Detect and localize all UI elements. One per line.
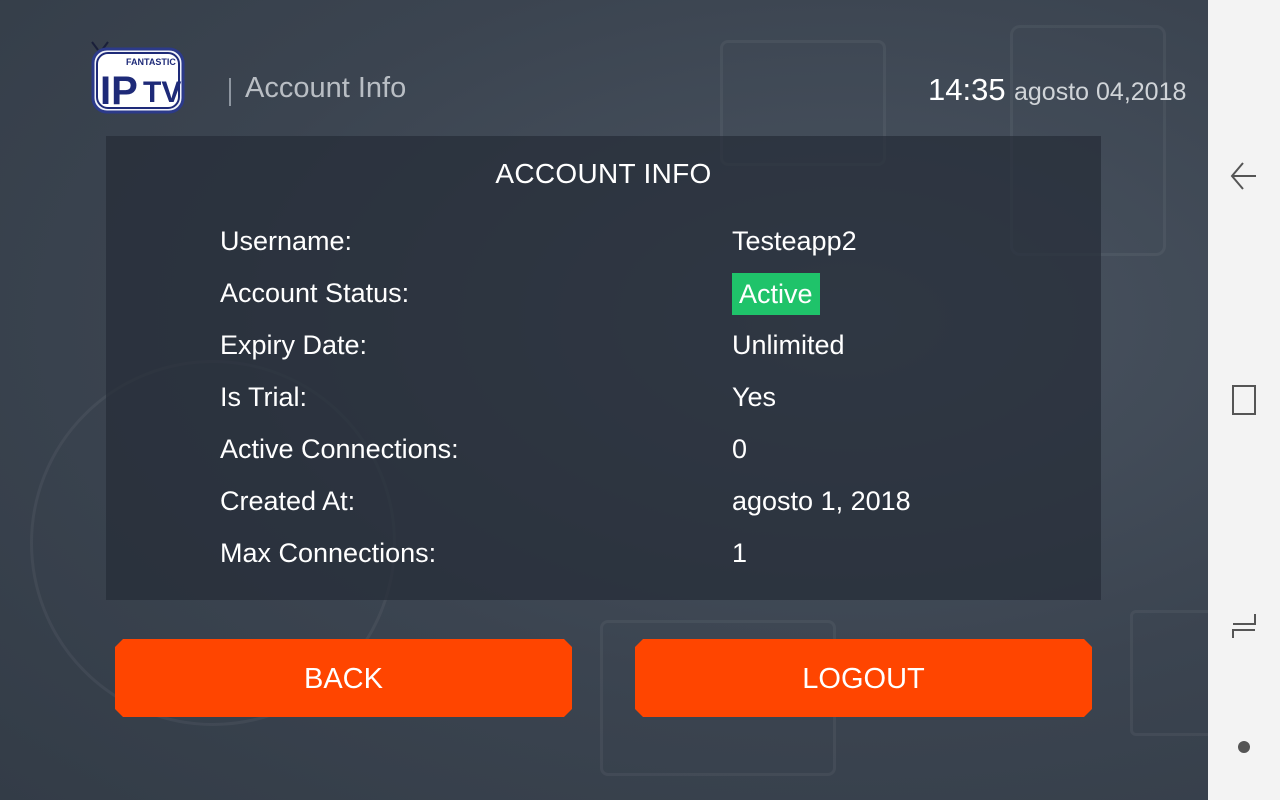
status-badge: Active <box>732 273 820 315</box>
system-navigation-bar <box>1208 0 1280 800</box>
page-title: Account Info <box>245 72 407 104</box>
info-label: Created At: <box>220 486 356 516</box>
dot-icon[interactable] <box>1238 741 1250 753</box>
info-label: Is Trial: <box>220 382 308 412</box>
info-value: Active <box>732 273 820 315</box>
back-icon[interactable] <box>1229 156 1259 196</box>
info-row-active-connections: Active Connections: 0 <box>106 429 1101 469</box>
home-icon[interactable] <box>1229 380 1259 420</box>
info-label: Account Status: <box>220 278 410 308</box>
background-decoration <box>1130 610 1208 736</box>
account-info-panel: ACCOUNT INFO Username: Testeapp2 Account… <box>106 136 1101 600</box>
iptv-logo: FANTASTIC IP TV <box>91 41 185 114</box>
app-screen: FANTASTIC IP TV Account Info 14:35 agost… <box>0 0 1208 800</box>
svg-text:FANTASTIC: FANTASTIC <box>126 57 176 67</box>
info-label: Username: <box>220 226 353 256</box>
panel-title: ACCOUNT INFO <box>495 158 712 189</box>
info-label: Max Connections: <box>220 538 437 568</box>
info-row-username: Username: Testeapp2 <box>106 221 1101 261</box>
info-row-created-at: Created At: agosto 1, 2018 <box>106 481 1101 521</box>
svg-text:TV: TV <box>143 76 181 109</box>
back-button[interactable]: BACK <box>115 639 572 717</box>
info-value: agosto 1, 2018 <box>732 486 911 516</box>
info-row-expiry-date: Expiry Date: Unlimited <box>106 325 1101 365</box>
svg-text:IP: IP <box>100 69 138 113</box>
recent-apps-icon[interactable] <box>1229 606 1259 646</box>
info-value: Yes <box>732 382 777 412</box>
info-label: Active Connections: <box>220 434 459 464</box>
info-value: Unlimited <box>732 330 845 360</box>
header-divider <box>229 78 231 106</box>
logout-button[interactable]: LOGOUT <box>635 639 1092 717</box>
info-row-account-status: Account Status: Active <box>106 273 1101 315</box>
clock-time: 14:35 <box>928 72 1006 107</box>
info-label: Expiry Date: <box>220 330 368 360</box>
clock-date: agosto 04,2018 <box>1014 78 1187 106</box>
info-row-is-trial: Is Trial: Yes <box>106 377 1101 417</box>
info-value: 0 <box>732 434 748 464</box>
info-value: 1 <box>732 538 748 568</box>
info-value: Testeapp2 <box>732 226 857 256</box>
info-row-max-connections: Max Connections: 1 <box>106 533 1101 573</box>
